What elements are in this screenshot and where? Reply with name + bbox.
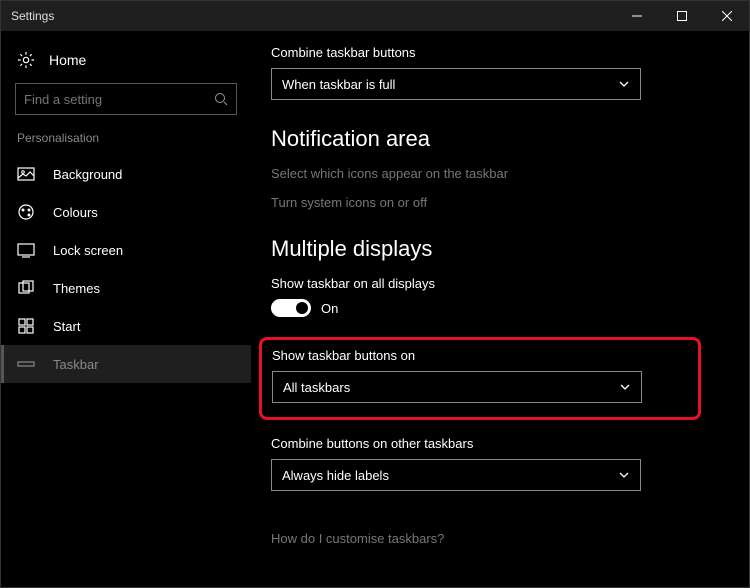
nav-list: Background Colours Lock screen Themes	[1, 155, 251, 383]
show-all-displays-label: Show taskbar on all displays	[271, 276, 689, 291]
show-all-displays-toggle[interactable]	[271, 299, 311, 317]
toggle-state-label: On	[321, 301, 338, 316]
help-link[interactable]: How do I customise taskbars?	[271, 531, 689, 546]
show-buttons-on-label: Show taskbar buttons on	[272, 348, 688, 363]
palette-icon	[17, 203, 35, 221]
sidebar-item-label: Colours	[53, 205, 98, 220]
select-icons-link[interactable]: Select which icons appear on the taskbar	[271, 166, 689, 181]
gear-icon	[17, 51, 35, 69]
sidebar-item-background[interactable]: Background	[1, 155, 251, 193]
sidebar-item-lockscreen[interactable]: Lock screen	[1, 231, 251, 269]
maximize-button[interactable]	[659, 1, 704, 31]
notification-section-header: Notification area	[271, 126, 689, 152]
combine-taskbar-label: Combine taskbar buttons	[271, 45, 689, 60]
window-title: Settings	[11, 9, 614, 23]
combine-other-label: Combine buttons on other taskbars	[271, 436, 689, 451]
category-header: Personalisation	[1, 131, 251, 155]
sidebar: Home Personalisation Background	[1, 31, 251, 587]
themes-icon	[17, 279, 35, 297]
sidebar-item-start[interactable]: Start	[1, 307, 251, 345]
sidebar-item-label: Themes	[53, 281, 100, 296]
chevron-down-icon	[618, 78, 630, 90]
system-icons-link[interactable]: Turn system icons on or off	[271, 195, 689, 210]
sidebar-item-label: Taskbar	[53, 357, 99, 372]
sidebar-item-colours[interactable]: Colours	[1, 193, 251, 231]
show-buttons-on-dropdown[interactable]: All taskbars	[272, 371, 642, 403]
chevron-down-icon	[618, 469, 630, 481]
minimize-button[interactable]	[614, 1, 659, 31]
picture-icon	[17, 165, 35, 183]
window-controls	[614, 1, 749, 31]
chevron-down-icon	[619, 381, 631, 393]
sidebar-item-label: Background	[53, 167, 122, 182]
start-icon	[17, 317, 35, 335]
dropdown-value: Always hide labels	[282, 468, 389, 483]
lockscreen-icon	[17, 241, 35, 259]
taskbar-icon	[17, 355, 35, 373]
dropdown-value: All taskbars	[283, 380, 350, 395]
combine-taskbar-dropdown[interactable]: When taskbar is full	[271, 68, 641, 100]
sidebar-item-label: Start	[53, 319, 80, 334]
multiple-displays-header: Multiple displays	[271, 236, 689, 262]
sidebar-item-taskbar[interactable]: Taskbar	[1, 345, 251, 383]
sidebar-item-themes[interactable]: Themes	[1, 269, 251, 307]
sidebar-item-label: Lock screen	[53, 243, 123, 258]
main-panel: Combine taskbar buttons When taskbar is …	[251, 31, 749, 587]
home-button[interactable]: Home	[1, 45, 251, 83]
dropdown-value: When taskbar is full	[282, 77, 395, 92]
search-input[interactable]	[15, 83, 237, 115]
close-button[interactable]	[704, 1, 749, 31]
home-label: Home	[49, 52, 86, 68]
highlighted-setting: Show taskbar buttons on All taskbars	[259, 337, 701, 420]
search-icon	[214, 92, 228, 106]
combine-other-dropdown[interactable]: Always hide labels	[271, 459, 641, 491]
search-field[interactable]	[24, 92, 214, 107]
titlebar: Settings	[1, 1, 749, 31]
toggle-knob	[296, 302, 308, 314]
